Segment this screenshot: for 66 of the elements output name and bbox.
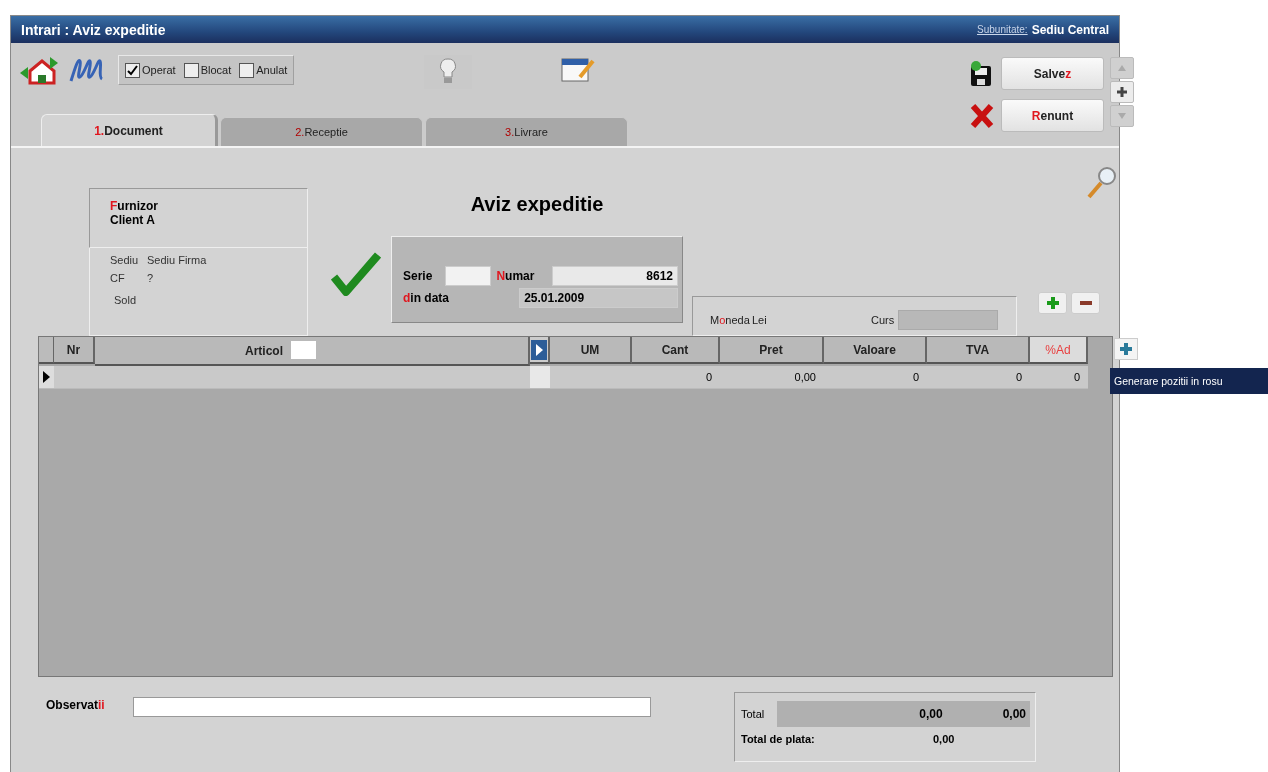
tab[interactable]: 3.Livrare <box>425 117 628 146</box>
remove-row-button[interactable] <box>1071 292 1100 314</box>
status-checkbox[interactable] <box>183 62 199 78</box>
rate-field[interactable] <box>898 310 999 330</box>
cancel-button[interactable]: Renunt <box>1001 99 1104 132</box>
notes-label: Observatii <box>46 698 106 714</box>
serie-field[interactable] <box>444 266 492 286</box>
field-value: ? <box>147 272 154 286</box>
column-header[interactable]: Valoare <box>824 337 927 364</box>
supplier-name: Client A <box>110 213 155 227</box>
table-cell: 0 <box>912 371 919 383</box>
notes-field[interactable] <box>133 697 651 717</box>
status-checkbox[interactable] <box>239 62 255 78</box>
cancel-icon[interactable] <box>969 101 995 130</box>
calendar-pencil-icon[interactable] <box>560 55 597 85</box>
rate-label: Curs <box>871 314 895 326</box>
plus-icon[interactable] <box>1116 86 1128 98</box>
column-header[interactable]: Cant <box>632 337 720 364</box>
row-header-cell[interactable] <box>39 366 54 389</box>
field-label: Sediu <box>110 254 140 268</box>
total-band: 0,00 0,00 <box>777 701 1030 727</box>
supplier-label: Furnizor <box>110 199 158 213</box>
column-header[interactable]: TVA <box>927 337 1030 364</box>
currency-value: Lei <box>752 314 768 326</box>
plus-icon[interactable] <box>1119 342 1133 356</box>
table-cell: 0 <box>1015 371 1022 383</box>
date-label: din data <box>403 291 450 305</box>
tooltip: Generare pozitii in rosu <box>1110 368 1268 394</box>
row-pointer-icon <box>43 371 50 383</box>
payable-label: Total de plata: <box>741 733 816 745</box>
field-label: CF <box>110 272 126 286</box>
column-header[interactable]: Nr <box>54 337 95 364</box>
add-row-button[interactable] <box>1038 292 1067 314</box>
status-checkbox[interactable] <box>125 62 140 78</box>
tab[interactable]: 1.Document <box>41 114 218 146</box>
document-title: Aviz expeditie <box>470 193 604 217</box>
table-cell: 0 <box>705 371 712 383</box>
save-button[interactable]: Salvez <box>1001 57 1104 90</box>
payable-value: 0,00 <box>933 733 955 745</box>
minus-icon[interactable] <box>1078 300 1093 306</box>
checkmark-icon <box>331 251 381 296</box>
date-field[interactable]: 25.01.2009 <box>519 288 678 308</box>
total-label: Total <box>741 708 766 720</box>
number-field[interactable]: 8612 <box>551 266 678 286</box>
window-title: Intrari : Aviz expeditie <box>21 21 166 38</box>
tab[interactable]: 2.Receptie <box>220 117 423 146</box>
serie-label: Serie <box>403 269 434 283</box>
checkbox-label: Blocat <box>200 64 232 76</box>
subunit-value: Sediu Central <box>1031 22 1109 37</box>
corner-header-cell <box>39 337 54 364</box>
filter-field[interactable] <box>291 341 316 359</box>
subunit-link[interactable]: Subunitate: <box>977 24 1028 35</box>
add-button[interactable] <box>1114 338 1138 360</box>
checkbox-label: Operat <box>142 64 176 76</box>
currency-label: Moneda <box>710 314 751 326</box>
number-label: Numar <box>496 269 536 283</box>
field-value: Sediu Firma <box>147 254 207 268</box>
table-cell: 0 <box>1073 371 1080 383</box>
table-cell: 0,00 <box>794 371 816 383</box>
column-header[interactable]: UM <box>550 337 632 364</box>
balance-label: Sold <box>114 294 137 306</box>
table-cell <box>54 366 95 389</box>
checkbox-label: Anulat <box>256 64 288 76</box>
add-button[interactable] <box>1110 81 1134 103</box>
column-header[interactable]: Pret <box>720 337 824 364</box>
table-cell <box>530 366 550 389</box>
